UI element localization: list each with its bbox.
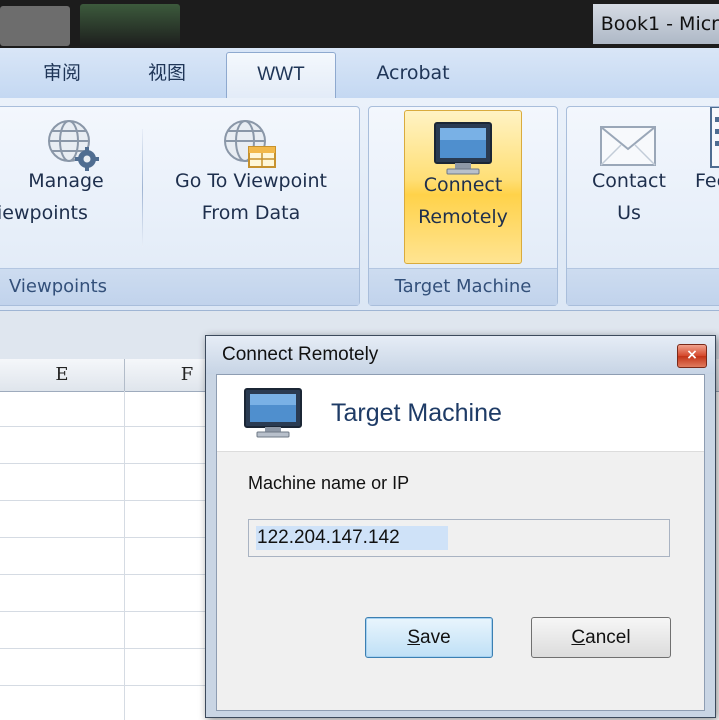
cancel-label-rest: ancel <box>585 627 631 648</box>
grid-line <box>0 685 220 686</box>
column-header-e[interactable]: E <box>0 359 125 391</box>
grid-line <box>0 574 220 575</box>
save-button[interactable]: Save <box>365 617 493 658</box>
group-label-target-machine: Target Machine <box>369 268 557 305</box>
cancel-button[interactable]: Cancel <box>531 617 671 658</box>
group-label-viewpoints: Viewpoints <box>0 268 359 305</box>
save-mnemonic: S <box>407 627 421 648</box>
grid-line <box>0 611 220 612</box>
group-label-contact <box>567 268 719 305</box>
ribbon-tabs: 审阅 视图 WWT Acrobat <box>0 48 719 100</box>
connect-label-line1: Connect <box>423 174 503 196</box>
grid-line <box>0 648 220 649</box>
go-to-viewpoint-button[interactable]: Go To Viewpoint From Data <box>147 107 355 267</box>
connect-label-line2: Remotely <box>418 206 508 228</box>
cancel-mnemonic: C <box>571 627 586 648</box>
dialog-titlebar[interactable]: Connect Remotely × <box>206 336 715 374</box>
close-icon[interactable]: × <box>677 344 707 368</box>
monitor-icon <box>244 388 302 438</box>
tab-review[interactable]: 审阅 <box>18 48 106 98</box>
grid-line <box>0 463 220 464</box>
envelope-icon <box>600 126 656 166</box>
dialog-body: Target Machine Machine name or IP Save C… <box>216 374 705 711</box>
connect-remotely-dialog: Connect Remotely × Target Machine Machin… <box>205 335 716 718</box>
dialog-title: Connect Remotely <box>222 344 379 365</box>
contact-us-button[interactable]: Contact Us <box>573 107 685 267</box>
group-separator <box>142 129 143 247</box>
ribbon-body: Manage iewpoints Go To Viewpoint From Da… <box>0 98 719 311</box>
tab-wwt[interactable]: WWT <box>226 52 336 100</box>
manage-label-line2: iewpoints <box>0 202 88 224</box>
grid-line <box>0 500 220 501</box>
tab-view[interactable]: 视图 <box>122 48 212 98</box>
feedback-button[interactable]: Feed <box>685 107 719 267</box>
feedback-label: Feed <box>695 170 719 192</box>
window-titlebar: Book1 - Micr <box>0 0 719 48</box>
manage-viewpoints-button[interactable]: Manage iewpoints <box>0 107 135 267</box>
titlebar-blur <box>0 6 70 46</box>
dialog-header-title: Target Machine <box>331 399 502 427</box>
dialog-header: Target Machine <box>217 375 704 452</box>
manage-label-line1: Manage <box>28 170 104 192</box>
group-contact: Contact Us Feed <box>566 106 719 306</box>
group-target-machine: Connect Remotely Target Machine <box>368 106 558 306</box>
window-title: Book1 - Micr <box>592 4 719 44</box>
grid-line <box>0 537 220 538</box>
titlebar-blur <box>80 4 180 48</box>
group-viewpoints: Manage iewpoints Go To Viewpoint From Da… <box>0 106 360 306</box>
feedback-icon <box>710 107 719 168</box>
machine-name-label: Machine name or IP <box>248 473 410 493</box>
grid-line <box>0 426 220 427</box>
grid-line <box>124 391 125 720</box>
machine-name-input[interactable] <box>248 519 670 557</box>
goto-label-line2: From Data <box>201 202 301 224</box>
contact-label-line2: Us <box>617 202 641 224</box>
tab-acrobat[interactable]: Acrobat <box>354 48 472 98</box>
contact-label-line1: Contact <box>592 170 666 192</box>
goto-label-line1: Go To Viewpoint <box>175 170 327 192</box>
save-label-rest: ave <box>420 627 451 648</box>
connect-remotely-button[interactable]: Connect Remotely <box>404 110 522 264</box>
